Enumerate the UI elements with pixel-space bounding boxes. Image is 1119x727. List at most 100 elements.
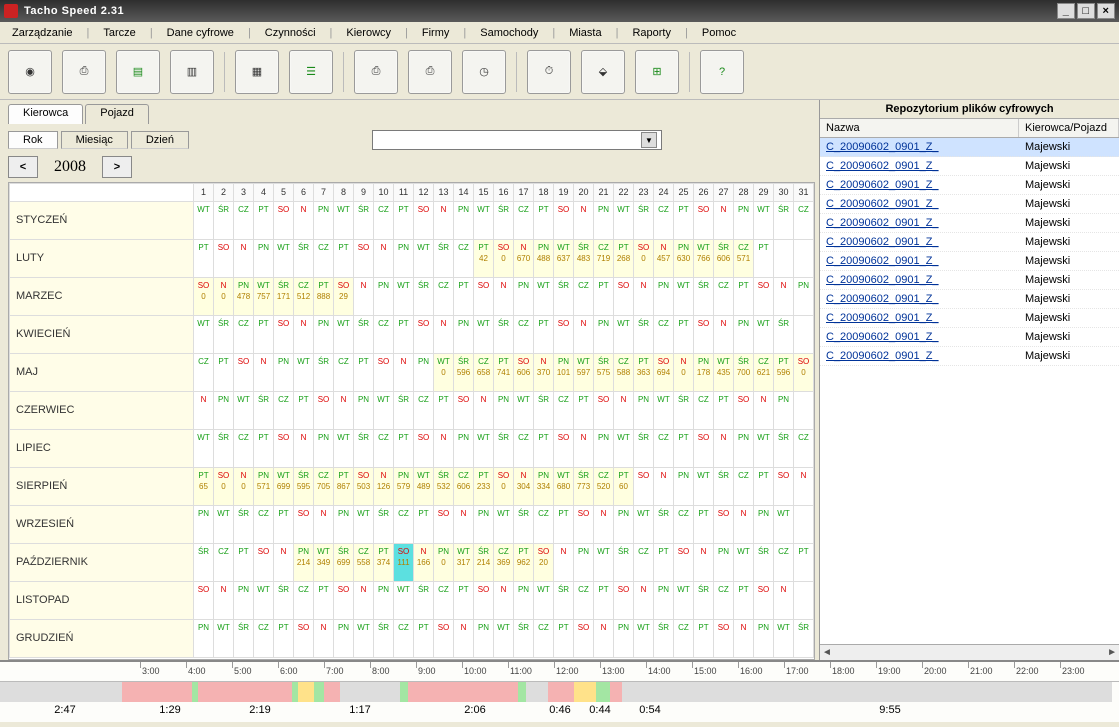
repo-row[interactable]: C_20090602_0901_Z_ Majewski (820, 157, 1119, 176)
cell-GRUDZIEŃ-27[interactable]: SO (714, 620, 734, 658)
cell-MAJ-13[interactable]: WT 0 (434, 354, 454, 392)
cell-LIPIEC-26[interactable]: SO (694, 430, 714, 468)
cell-LIPIEC-23[interactable]: ŚR (634, 430, 654, 468)
cell-LIPIEC-13[interactable]: N (434, 430, 454, 468)
cell-CZERWIEC-7[interactable]: SO (314, 392, 334, 430)
cell-LUTY-12[interactable]: WT (414, 240, 434, 278)
cell-KWIECIEŃ-9[interactable]: ŚR (354, 316, 374, 354)
cell-MARZEC-6[interactable]: CZ 512 (294, 278, 314, 316)
cell-LISTOPAD-18[interactable]: WT (534, 582, 554, 620)
cell-LIPIEC-21[interactable]: PN (594, 430, 614, 468)
toolbar-calendar-button[interactable]: ▦ (235, 50, 279, 94)
cell-STYCZEŃ-21[interactable]: PN (594, 202, 614, 240)
cell-WRZESIEŃ-21[interactable]: N (594, 506, 614, 544)
menu-miasta[interactable]: Miasta (561, 25, 609, 41)
cell-LISTOPAD-1[interactable]: SO (194, 582, 214, 620)
cell-LISTOPAD-28[interactable]: PT (734, 582, 754, 620)
cell-LIPIEC-8[interactable]: WT (334, 430, 354, 468)
cell-CZERWIEC-3[interactable]: WT (234, 392, 254, 430)
cell-MARZEC-24[interactable]: PN (654, 278, 674, 316)
cell-LISTOPAD-29[interactable]: SO (754, 582, 774, 620)
cell-STYCZEŃ-15[interactable]: WT (474, 202, 494, 240)
cell-STYCZEŃ-20[interactable]: N (574, 202, 594, 240)
cell-CZERWIEC-23[interactable]: PN (634, 392, 654, 430)
cell-MAJ-23[interactable]: PT 363 (634, 354, 654, 392)
cell-PAŹDZIERNIK-27[interactable]: PN (714, 544, 734, 582)
cell-MARZEC-20[interactable]: CZ (574, 278, 594, 316)
cell-MARZEC-22[interactable]: SO (614, 278, 634, 316)
cell-LISTOPAD-16[interactable]: N (494, 582, 514, 620)
cell-WRZESIEŃ-8[interactable]: PN (334, 506, 354, 544)
cell-SIERPIEŃ-21[interactable]: CZ 520 (594, 468, 614, 506)
cell-GRUDZIEŃ-10[interactable]: ŚR (374, 620, 394, 658)
tab-driver[interactable]: Kierowca (8, 104, 83, 124)
cell-MAJ-19[interactable]: PN 101 (554, 354, 574, 392)
cell-LISTOPAD-20[interactable]: CZ (574, 582, 594, 620)
cell-STYCZEŃ-23[interactable]: ŚR (634, 202, 654, 240)
cell-KWIECIEŃ-26[interactable]: SO (694, 316, 714, 354)
cell-LIPIEC-25[interactable]: PT (674, 430, 694, 468)
cell-SIERPIEŃ-14[interactable]: CZ 606 (454, 468, 474, 506)
cell-GRUDZIEŃ-23[interactable]: WT (634, 620, 654, 658)
cell-MAJ-16[interactable]: PT 741 (494, 354, 514, 392)
cell-MAJ-24[interactable]: SO 694 (654, 354, 674, 392)
menu-tarcze[interactable]: Tarcze (95, 25, 143, 41)
cell-PAŹDZIERNIK-18[interactable]: SO 20 (534, 544, 554, 582)
cell-CZERWIEC-2[interactable]: PN (214, 392, 234, 430)
cell-PAŹDZIERNIK-29[interactable]: ŚR (754, 544, 774, 582)
cell-KWIECIEŃ-29[interactable]: WT (754, 316, 774, 354)
cell-LISTOPAD-15[interactable]: SO (474, 582, 494, 620)
cell-LIPIEC-28[interactable]: PN (734, 430, 754, 468)
repo-col-driver[interactable]: Kierowca/Pojazd (1019, 119, 1119, 137)
cell-MAJ-22[interactable]: CZ 588 (614, 354, 634, 392)
cell-GRUDZIEŃ-22[interactable]: PN (614, 620, 634, 658)
cell-MARZEC-12[interactable]: ŚR (414, 278, 434, 316)
cell-LISTOPAD-21[interactable]: PT (594, 582, 614, 620)
cell-WRZESIEŃ-30[interactable]: WT (774, 506, 794, 544)
cell-STYCZEŃ-11[interactable]: PT (394, 202, 414, 240)
cell-PAŹDZIERNIK-7[interactable]: WT 349 (314, 544, 334, 582)
cell-SIERPIEŃ-23[interactable]: SO (634, 468, 654, 506)
scroll-right-icon[interactable]: ► (1107, 647, 1117, 658)
cell-LISTOPAD-8[interactable]: SO (334, 582, 354, 620)
cell-SIERPIEŃ-5[interactable]: WT 699 (274, 468, 294, 506)
cell-MAJ-25[interactable]: N 0 (674, 354, 694, 392)
cell-SIERPIEŃ-27[interactable]: ŚR (714, 468, 734, 506)
cell-CZERWIEC-18[interactable]: ŚR (534, 392, 554, 430)
cell-KWIECIEŃ-30[interactable]: ŚR (774, 316, 794, 354)
cell-PAŹDZIERNIK-28[interactable]: WT (734, 544, 754, 582)
cell-LISTOPAD-22[interactable]: SO (614, 582, 634, 620)
cell-CZERWIEC-13[interactable]: PT (434, 392, 454, 430)
cell-MAJ-18[interactable]: N 370 (534, 354, 554, 392)
cell-GRUDZIEŃ-15[interactable]: PN (474, 620, 494, 658)
cell-LIPIEC-20[interactable]: N (574, 430, 594, 468)
cell-MAJ-26[interactable]: PN 178 (694, 354, 714, 392)
cell-MAJ-27[interactable]: WT 435 (714, 354, 734, 392)
gran-year[interactable]: Rok (8, 131, 58, 149)
scroll-left-icon[interactable]: ◄ (822, 647, 832, 658)
cell-SIERPIEŃ-26[interactable]: WT (694, 468, 714, 506)
cell-PAŹDZIERNIK-1[interactable]: ŚR (194, 544, 214, 582)
cell-LISTOPAD-10[interactable]: PN (374, 582, 394, 620)
cell-SIERPIEŃ-9[interactable]: SO 503 (354, 468, 374, 506)
cell-STYCZEŃ-19[interactable]: SO (554, 202, 574, 240)
cell-GRUDZIEŃ-9[interactable]: WT (354, 620, 374, 658)
cell-LUTY-5[interactable]: WT (274, 240, 294, 278)
cell-PAŹDZIERNIK-24[interactable]: PT (654, 544, 674, 582)
cell-LUTY-26[interactable]: WT 766 (694, 240, 714, 278)
cell-LUTY-18[interactable]: PN 488 (534, 240, 554, 278)
cell-CZERWIEC-30[interactable]: PN (774, 392, 794, 430)
cell-WRZESIEŃ-25[interactable]: CZ (674, 506, 694, 544)
cell-KWIECIEŃ-5[interactable]: SO (274, 316, 294, 354)
cell-MARZEC-21[interactable]: PT (594, 278, 614, 316)
cell-SIERPIEŃ-11[interactable]: PN 579 (394, 468, 414, 506)
cell-GRUDZIEŃ-21[interactable]: N (594, 620, 614, 658)
cell-SIERPIEŃ-3[interactable]: N 0 (234, 468, 254, 506)
cell-PAŹDZIERNIK-5[interactable]: N (274, 544, 294, 582)
cell-STYCZEŃ-6[interactable]: N (294, 202, 314, 240)
cell-SIERPIEŃ-20[interactable]: ŚR 773 (574, 468, 594, 506)
cell-CZERWIEC-5[interactable]: CZ (274, 392, 294, 430)
toolbar-db-button[interactable]: ⬙ (581, 50, 625, 94)
cell-LIPIEC-2[interactable]: ŚR (214, 430, 234, 468)
toolbar-card-reader-button[interactable]: ▥ (170, 50, 214, 94)
